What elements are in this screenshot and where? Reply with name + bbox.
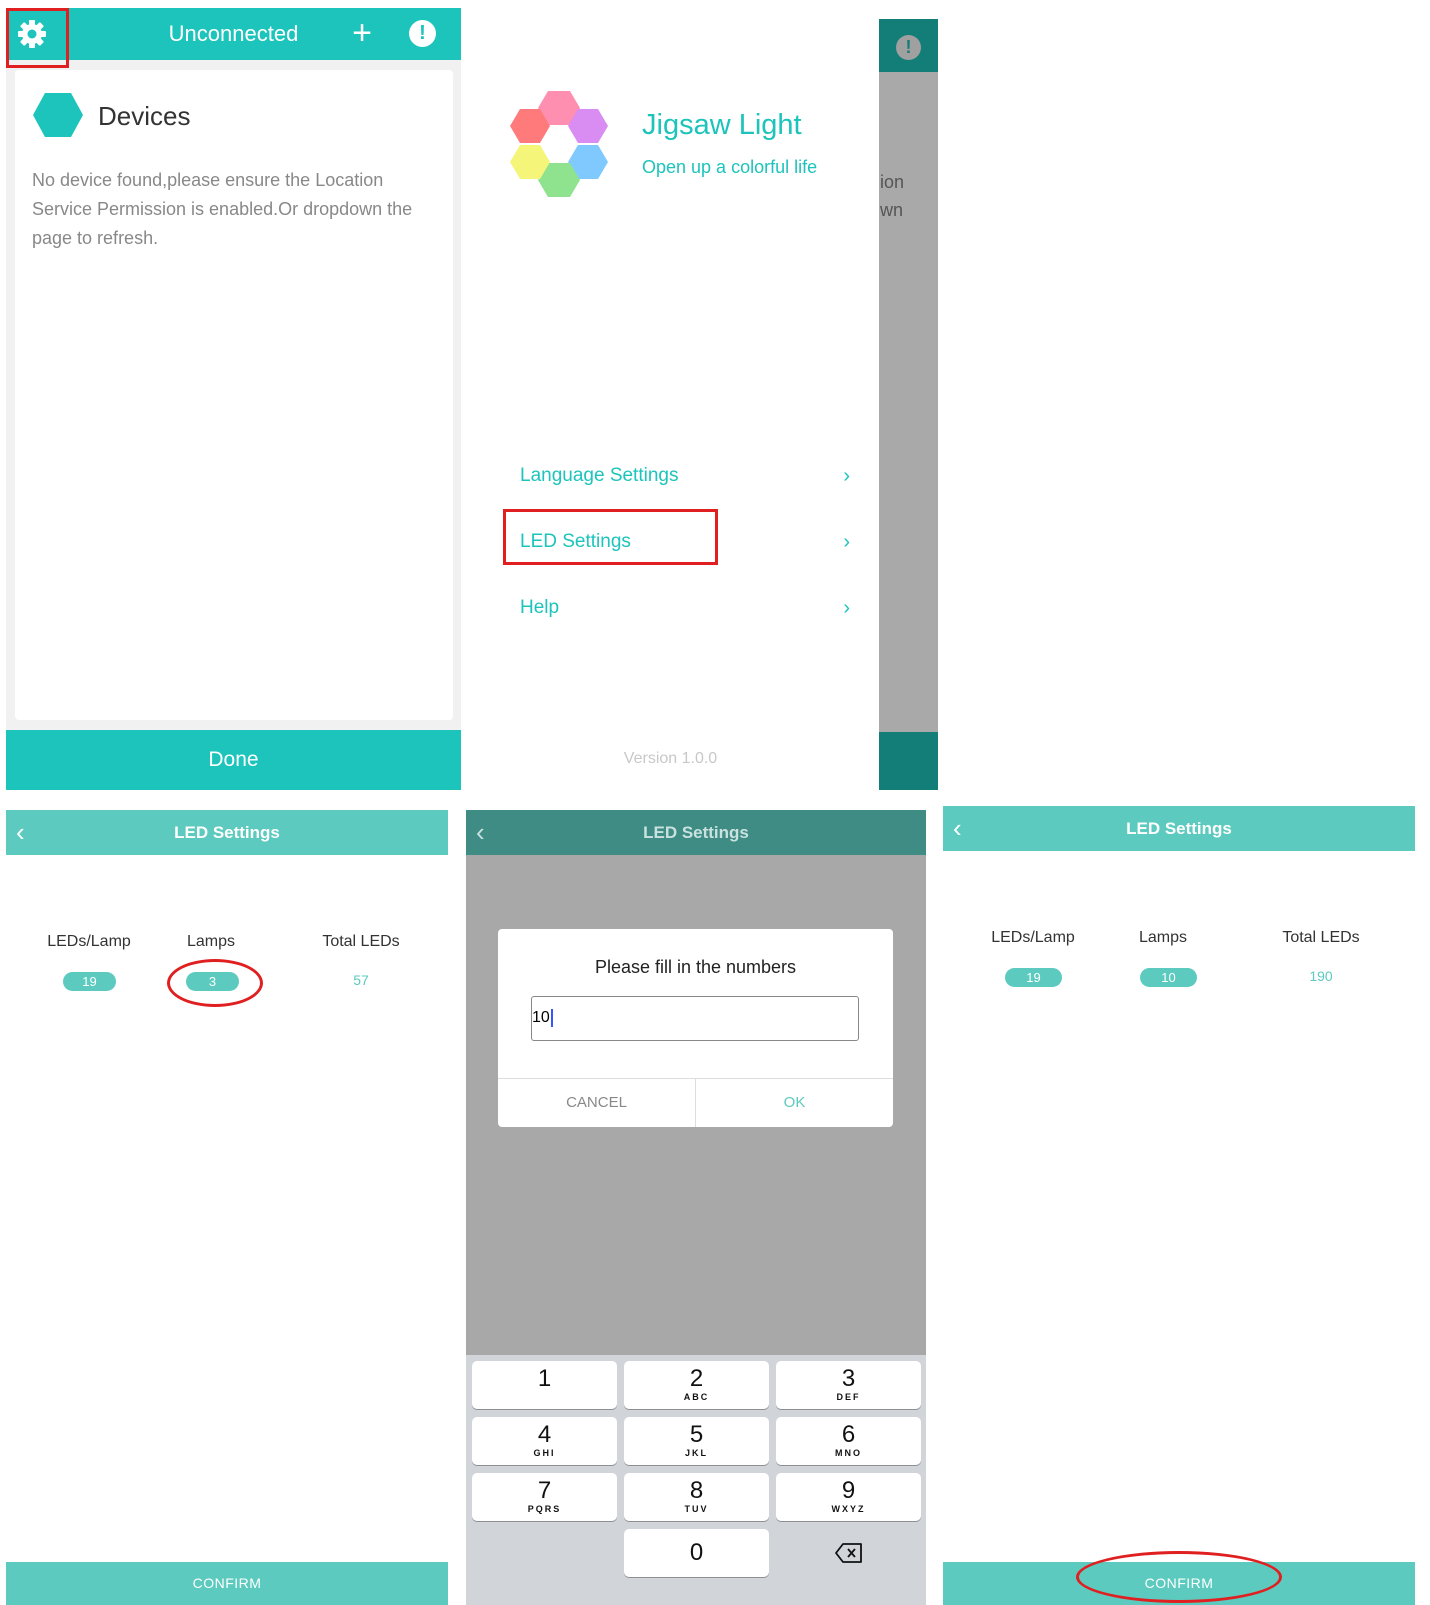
back-arrow-icon: ‹ bbox=[476, 817, 485, 847]
backspace-key[interactable] bbox=[776, 1529, 921, 1577]
key-4[interactable]: 4 GHI bbox=[472, 1417, 617, 1465]
number-input-field[interactable]: 10 bbox=[531, 996, 859, 1041]
key-5[interactable]: 5 JKL bbox=[624, 1417, 769, 1465]
peek-text: wn bbox=[880, 200, 904, 220]
lamps-highlight-ellipse bbox=[167, 959, 263, 1007]
confirm-highlight-ellipse bbox=[1076, 1551, 1282, 1603]
app-name: Jigsaw Light bbox=[642, 109, 802, 141]
chevron-right-icon: › bbox=[843, 531, 850, 553]
lamps-value[interactable]: 10 bbox=[1140, 968, 1197, 987]
numeric-keypad: 1 2 ABC 3 DEF 4 GHI 5 JKL 6 MNO 7 PQRS 8 TUV 9W… bbox=[466, 1355, 926, 1605]
gear-highlight-box bbox=[6, 8, 69, 68]
add-device-icon[interactable]: + bbox=[346, 16, 378, 50]
menu-item-help[interactable]: Help › bbox=[520, 590, 850, 626]
key-7[interactable]: 7 PQRS bbox=[472, 1473, 617, 1521]
col-leds-per-lamp: LEDs/Lamp bbox=[47, 933, 131, 950]
alert-icon[interactable]: ! bbox=[409, 20, 436, 47]
number-input-screen: LED Settings ‹ Please fill in the number… bbox=[466, 810, 926, 1605]
dimmed-bottom-bar bbox=[879, 732, 938, 790]
backspace-icon bbox=[834, 1543, 862, 1563]
col-total-leds: Total LEDs bbox=[1282, 929, 1360, 946]
key-1[interactable]: 1 bbox=[472, 1361, 617, 1409]
back-arrow-icon[interactable]: ‹ bbox=[953, 815, 979, 841]
dimmed-alert-icon: ! bbox=[896, 35, 921, 60]
hexagon-icon bbox=[33, 93, 83, 137]
app-logo-icon bbox=[510, 91, 610, 201]
connection-status-title: Unconnected bbox=[168, 21, 299, 46]
key-9[interactable]: 9 WXYZ bbox=[776, 1473, 921, 1521]
col-lamps: Lamps bbox=[1138, 929, 1188, 946]
chevron-right-icon: › bbox=[843, 465, 850, 487]
menu-item-label: Help bbox=[520, 597, 560, 618]
ok-button[interactable]: OK bbox=[696, 1078, 893, 1127]
done-button[interactable]: Done bbox=[6, 730, 461, 790]
chevron-right-icon: › bbox=[843, 597, 850, 619]
led-settings-header-dimmed: LED Settings bbox=[466, 810, 926, 855]
led-settings-highlight-box bbox=[503, 509, 718, 565]
no-device-message: No device found,please ensure the Locati… bbox=[32, 170, 413, 248]
side-menu-screen: ! ion wn Jigsaw Light Open up a colorful… bbox=[462, 19, 938, 790]
total-leds-value: 190 bbox=[1309, 968, 1333, 984]
col-lamps: Lamps bbox=[186, 933, 236, 950]
led-settings-screen-before: LED Settings ‹ LEDs/Lamp Lamps Total LED… bbox=[6, 810, 448, 1605]
key-2[interactable]: 2 ABC bbox=[624, 1361, 769, 1409]
version-label: Version 1.0.0 bbox=[623, 750, 718, 767]
devices-screen: Unconnected + ! Devices No device found,… bbox=[6, 8, 461, 790]
number-dialog: Please fill in the numbers 10 CANCEL OK bbox=[498, 929, 893, 1127]
cancel-button[interactable]: CANCEL bbox=[498, 1078, 695, 1127]
leds-per-lamp-value[interactable]: 19 bbox=[1005, 968, 1062, 987]
key-6[interactable]: 6 MNO bbox=[776, 1417, 921, 1465]
leds-per-lamp-value[interactable]: 19 bbox=[63, 972, 116, 991]
input-value: 10 bbox=[532, 1009, 550, 1026]
total-leds-value: 57 bbox=[353, 972, 369, 988]
back-arrow-icon[interactable]: ‹ bbox=[16, 819, 42, 845]
key-0[interactable]: 0 bbox=[624, 1529, 769, 1577]
app-tagline: Open up a colorful life bbox=[642, 157, 818, 177]
led-settings-screen-after: LED Settings ‹ LEDs/Lamp Lamps Total LED… bbox=[943, 806, 1415, 1605]
dimmed-background-strip[interactable] bbox=[879, 19, 938, 790]
key-8[interactable]: 8 TUV bbox=[624, 1473, 769, 1521]
col-total-leds: Total LEDs bbox=[322, 933, 400, 950]
key-3[interactable]: 3 DEF bbox=[776, 1361, 921, 1409]
menu-item-language-settings[interactable]: Language Settings › bbox=[520, 458, 850, 494]
devices-heading: Devices bbox=[98, 101, 191, 131]
led-settings-header: LED Settings bbox=[6, 810, 448, 855]
peek-text: ion bbox=[880, 172, 905, 192]
menu-item-label: Language Settings bbox=[520, 465, 679, 486]
col-leds-per-lamp: LEDs/Lamp bbox=[991, 929, 1075, 946]
confirm-button[interactable]: CONFIRM bbox=[6, 1562, 448, 1605]
dialog-prompt: Please fill in the numbers bbox=[594, 957, 797, 977]
led-settings-header: LED Settings bbox=[943, 806, 1415, 851]
